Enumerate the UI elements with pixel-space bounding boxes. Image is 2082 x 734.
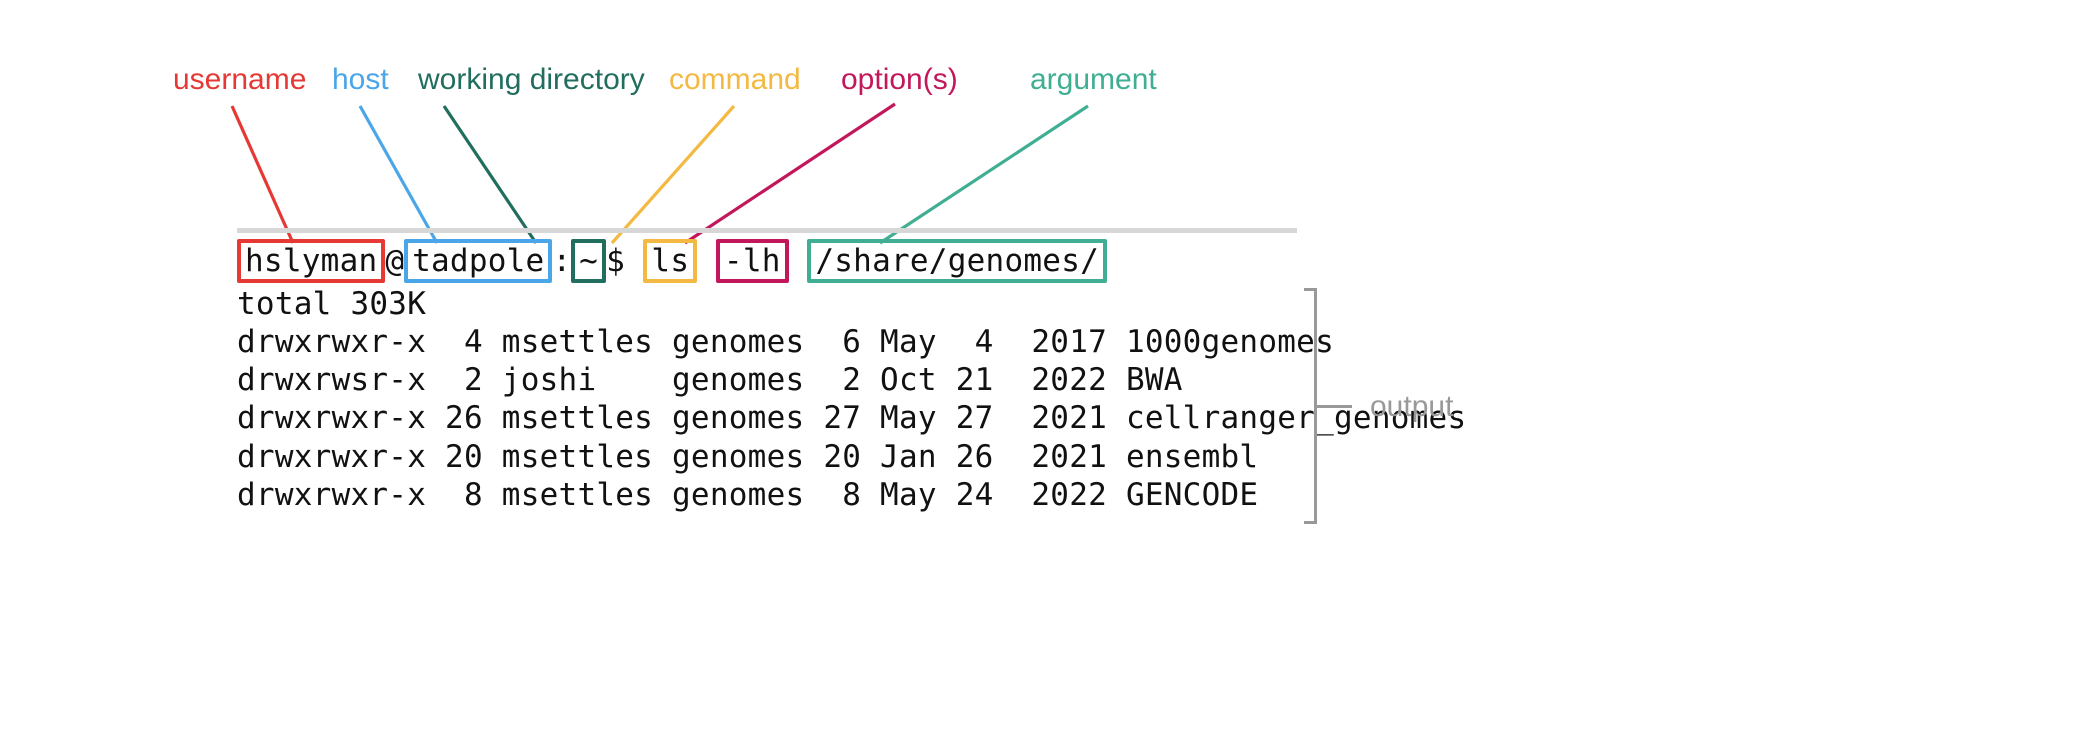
prompt-at: @ xyxy=(385,243,404,279)
prompt-dollar: $ xyxy=(606,243,643,279)
output-line: drwxrwxr-x 8 msettles genomes 8 May 24 2… xyxy=(237,476,1297,514)
diagram-canvas: username host working directory command … xyxy=(0,0,2082,734)
output-label: output xyxy=(1370,390,1453,424)
prompt-colon: : xyxy=(552,243,571,279)
output-line: total 303K xyxy=(237,285,1297,323)
prompt-argument: /share/genomes/ xyxy=(807,239,1107,283)
prompt-wd: ~ xyxy=(571,239,606,283)
output-line: drwxrwsr-x 2 joshi genomes 2 Oct 21 2022… xyxy=(237,361,1297,399)
output-bracket-bottom xyxy=(1304,521,1317,524)
prompt-space2 xyxy=(789,243,808,279)
output-line: drwxrwxr-x 20 msettles genomes 20 Jan 26… xyxy=(237,438,1297,476)
prompt-username: hslyman xyxy=(237,239,385,283)
output-block: total 303K drwxrwxr-x 4 msettles genomes… xyxy=(237,285,1297,514)
prompt-options: -lh xyxy=(716,239,789,283)
terminal-window: hslyman @ tadpole : ~ $ ls -lh /share/ge… xyxy=(237,228,1297,514)
legend-argument: argument xyxy=(1030,63,1157,97)
prompt-host: tadpole xyxy=(404,239,552,283)
prompt-command: ls xyxy=(643,239,697,283)
prompt-space1 xyxy=(697,243,716,279)
output-bracket-top xyxy=(1304,288,1317,291)
legend-command: command xyxy=(669,63,801,97)
legend-options: option(s) xyxy=(841,63,958,97)
output-line: drwxrwxr-x 26 msettles genomes 27 May 27… xyxy=(237,399,1297,437)
output-line: drwxrwxr-x 4 msettles genomes 6 May 4 20… xyxy=(237,323,1297,361)
legend-username: username xyxy=(173,63,306,97)
output-bracket-tick xyxy=(1314,405,1352,408)
legend-wd: working directory xyxy=(418,63,645,97)
legend-host: host xyxy=(332,63,389,97)
prompt-line: hslyman @ tadpole : ~ $ ls -lh /share/ge… xyxy=(237,239,1297,283)
